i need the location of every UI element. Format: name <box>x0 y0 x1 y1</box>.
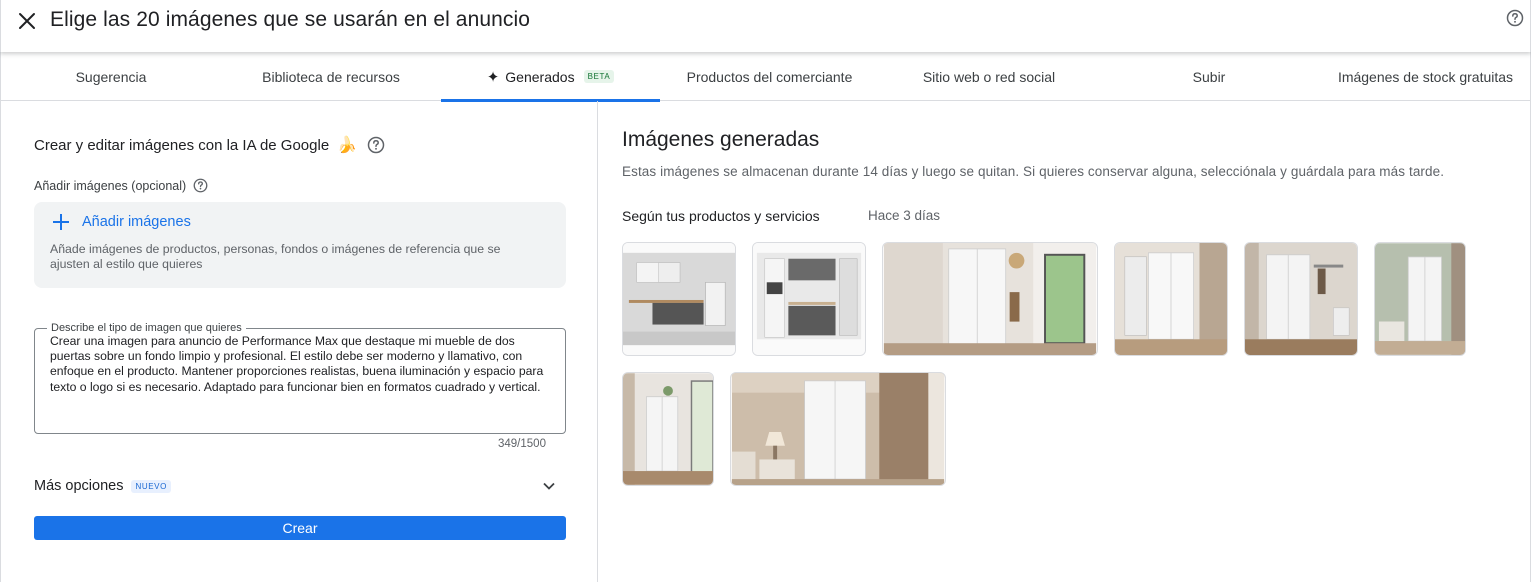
tab-label: Subir <box>1192 68 1226 85</box>
tab-label: Biblioteca de recursos <box>262 68 400 85</box>
tab-stock-gratuitas[interactable]: Imágenes de stock gratuitas <box>1319 52 1531 101</box>
help-icon[interactable] <box>367 136 385 154</box>
wardrobe-image <box>1245 243 1357 355</box>
add-images-box: Añadir imágenes Añade imágenes de produc… <box>34 202 566 288</box>
generated-subtitle: Estas imágenes se almacenan durante 14 d… <box>622 164 1445 179</box>
generated-panel: Imágenes generadas Estas imágenes se alm… <box>599 101 1531 582</box>
chevron-down-icon <box>543 482 555 490</box>
char-counter: 349/1500 <box>498 438 546 450</box>
generated-image-wardrobe-1[interactable] <box>882 242 1098 356</box>
wardrobe-image <box>1115 243 1227 355</box>
beta-badge: BETA <box>583 70 615 83</box>
section-title: Crear y editar imágenes con la IA de Goo… <box>34 135 385 155</box>
create-button[interactable]: Crear <box>34 516 566 540</box>
dialog-title: Elige las 20 imágenes que se usarán en e… <box>50 8 531 31</box>
close-icon <box>19 13 35 29</box>
group-label: Según tus productos y servicios <box>622 208 820 224</box>
tab-subir[interactable]: Subir <box>1099 52 1319 101</box>
generated-image-wardrobe-4[interactable] <box>1374 242 1466 356</box>
create-panel: Crear y editar imágenes con la IA de Goo… <box>0 101 598 582</box>
generated-image-kitchen-1[interactable] <box>622 242 736 356</box>
add-images-button-label: Añadir imágenes <box>82 214 191 230</box>
more-options-toggle[interactable]: Más opciones NUEVO <box>34 475 566 497</box>
tab-label: Productos del comerciante <box>686 68 853 85</box>
wardrobe-image <box>623 373 713 485</box>
help-icon[interactable] <box>1506 9 1524 27</box>
tab-label: Imágenes de stock gratuitas <box>1337 68 1514 85</box>
generated-image-kitchen-2[interactable] <box>752 242 866 356</box>
plus-icon <box>53 214 69 230</box>
dialog-header: Elige las 20 imágenes que se usarán en e… <box>0 0 1531 52</box>
add-images-label-text: Añadir imágenes (opcional) <box>34 178 187 193</box>
help-icon[interactable] <box>193 178 208 193</box>
kitchen-image <box>753 243 865 355</box>
prompt-field: Describe el tipo de imagen que quieres <box>34 322 566 434</box>
tab-biblioteca[interactable]: Biblioteca de recursos <box>221 52 441 101</box>
tab-generados[interactable]: ✦ Generados BETA <box>441 52 660 102</box>
generated-image-wardrobe-5[interactable] <box>622 372 714 486</box>
tab-productos-comerciante[interactable]: Productos del comerciante <box>660 52 879 101</box>
banana-icon: 🍌 <box>337 137 358 154</box>
wardrobe-image <box>731 373 945 485</box>
prompt-label: Describe el tipo de imagen que quieres <box>47 322 246 334</box>
generated-image-wardrobe-2[interactable] <box>1114 242 1228 356</box>
tab-sugerencia[interactable]: Sugerencia <box>1 52 221 101</box>
tab-sitio-web[interactable]: Sitio web o red social <box>879 52 1099 101</box>
tab-bar: Sugerencia Biblioteca de recursos ✦ Gene… <box>0 52 1531 102</box>
kitchen-image <box>623 243 735 355</box>
nuevo-badge: NUEVO <box>131 479 171 493</box>
tab-label: Generados <box>505 68 575 85</box>
add-images-button[interactable]: Añadir imágenes <box>52 213 191 231</box>
more-options-label: Más opciones <box>34 478 124 494</box>
section-title-text: Crear y editar imágenes con la IA de Goo… <box>34 136 330 154</box>
wardrobe-image <box>1375 243 1465 355</box>
generated-title: Imágenes generadas <box>622 128 820 151</box>
wardrobe-image <box>883 243 1097 355</box>
generated-image-wardrobe-3[interactable] <box>1244 242 1358 356</box>
generated-image-wardrobe-6[interactable] <box>730 372 946 486</box>
add-images-help: Añade imágenes de productos, personas, f… <box>50 242 501 271</box>
group-time: Hace 3 días <box>868 208 941 223</box>
add-images-label: Añadir imágenes (opcional) <box>34 178 208 193</box>
sparkle-icon: ✦ <box>486 68 500 86</box>
prompt-input[interactable] <box>50 334 550 426</box>
tab-label: Sugerencia <box>75 68 147 85</box>
tab-label: Sitio web o red social <box>922 68 1056 85</box>
close-button[interactable] <box>15 9 39 33</box>
